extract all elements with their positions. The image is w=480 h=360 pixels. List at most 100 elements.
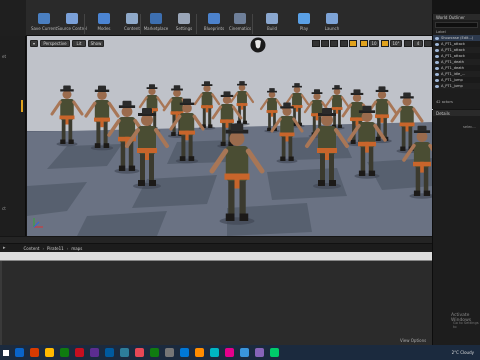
outliner-row-label: A_PT1_attack xyxy=(441,48,465,52)
taskbar-app-icon[interactable] xyxy=(195,348,204,357)
activate-windows-subtitle: Go to Settings to xyxy=(453,321,479,329)
content-browser-search-input[interactable] xyxy=(0,252,432,261)
outliner-row-label: A_PT1_jump xyxy=(441,78,463,82)
toolbar-button-label: Save Current xyxy=(30,26,58,31)
folder-icon[interactable]: ▸ xyxy=(3,245,6,251)
taskbar-app-icon[interactable] xyxy=(135,348,144,357)
toolbar-button-label: Launch xyxy=(324,26,340,31)
axis-gizmo-icon xyxy=(33,218,43,228)
outliner-row-label: A_PT1_jump xyxy=(441,84,463,88)
build-button[interactable]: Build xyxy=(258,13,286,35)
source-control-icon xyxy=(66,13,78,24)
blueprints-button[interactable]: Blueprints xyxy=(200,13,228,35)
taskbar-app-icon[interactable] xyxy=(180,348,189,357)
breadcrumb-separator: › xyxy=(66,245,69,251)
left-toolbar-strip xyxy=(0,0,26,36)
toolbar-separator xyxy=(140,14,141,34)
play-icon xyxy=(298,13,310,24)
toolbar-separator xyxy=(196,14,197,34)
breadcrumb-item[interactable]: maps xyxy=(71,246,82,251)
outliner-row-label: Showcase (Edit...) xyxy=(441,36,474,40)
outliner-search-input[interactable] xyxy=(435,22,478,28)
outliner-row-label: A_PT1_attack xyxy=(441,54,465,58)
taskbar-app-icon[interactable] xyxy=(90,348,99,357)
taskbar-app-icon[interactable] xyxy=(210,348,219,357)
blueprint-icon xyxy=(208,13,220,24)
modes-icon xyxy=(98,13,110,24)
taskbar-app-icon[interactable] xyxy=(120,348,129,357)
marketplace-button[interactable]: Marketplace xyxy=(142,13,170,35)
pirate-characters[interactable] xyxy=(27,36,433,236)
taskbar-app-icon[interactable] xyxy=(105,348,114,357)
windows-taskbar: 2°C Cloudy xyxy=(0,345,480,360)
save-current-button[interactable]: Save Current xyxy=(30,13,58,35)
content-scrollbar[interactable] xyxy=(0,261,2,345)
toolbar-separator xyxy=(84,14,85,34)
content-browser-tab-bar xyxy=(0,237,432,244)
visibility-eye-icon[interactable] xyxy=(435,72,439,76)
taskbar-app-icon[interactable] xyxy=(270,348,279,357)
source-control-button[interactable]: Source Control xyxy=(57,13,87,35)
visibility-eye-icon[interactable] xyxy=(435,60,439,64)
toolbar-button-label: Marketplace xyxy=(143,26,169,31)
world-outliner-panel: World Outliner Label Showcase (Edit...) A… xyxy=(432,14,480,109)
unreal-editor-window: Save Current Source Control Modes Content Ma… xyxy=(0,0,480,360)
pirate-character[interactable] xyxy=(209,123,265,225)
toolbar-button-label: Settings xyxy=(175,26,193,31)
taskbar-app-icon[interactable] xyxy=(60,348,69,357)
settings-button[interactable]: Settings xyxy=(170,13,198,35)
pirate-character[interactable] xyxy=(50,85,84,147)
outliner-row-label: A_PT1_death xyxy=(441,66,465,70)
content-browser-assets[interactable] xyxy=(0,261,432,345)
panel-resize-handle[interactable] xyxy=(21,100,23,112)
outliner-row-label: A_PT1_attack xyxy=(441,42,465,46)
visibility-eye-icon[interactable] xyxy=(435,54,439,58)
taskbar-app-icon[interactable] xyxy=(150,348,159,357)
gear-icon xyxy=(178,13,190,24)
toolbar-button-label: Modes xyxy=(97,26,111,31)
taskbar-app-icons xyxy=(9,348,279,357)
pirate-character[interactable] xyxy=(259,88,285,133)
visibility-eye-icon[interactable] xyxy=(435,42,439,46)
taskbar-app-icon[interactable] xyxy=(15,348,24,357)
toolbar-separator xyxy=(252,14,253,34)
outliner-rows: Showcase (Edit...) A_PT1_attack A_PT1_atta… xyxy=(433,35,480,89)
taskbar-app-icon[interactable] xyxy=(225,348,234,357)
visibility-eye-icon[interactable] xyxy=(435,78,439,82)
taskbar-app-icon[interactable] xyxy=(30,348,39,357)
breadcrumb-item[interactable]: Pirate11 xyxy=(47,246,64,251)
play-button[interactable]: Play xyxy=(290,13,318,35)
toolbar-button-label: Play xyxy=(299,26,309,31)
content-icon xyxy=(126,13,138,24)
taskbar-app-icon[interactable] xyxy=(240,348,249,357)
outliner-row-label: A_PT1_idle_... xyxy=(441,72,466,76)
weather-widget[interactable]: 2°C Cloudy xyxy=(452,350,474,355)
pirate-character[interactable] xyxy=(84,85,120,151)
details-panel: Details selec... Activate Windows Go to … xyxy=(432,110,480,345)
save-icon xyxy=(38,13,50,24)
toolbar-button-label: Source Control xyxy=(57,26,87,31)
modes-button[interactable]: Modes xyxy=(90,13,118,35)
toolbar-button-label: Cinematics xyxy=(228,26,252,31)
breadcrumb-item[interactable]: Content xyxy=(24,246,40,251)
details-title: Details xyxy=(433,110,480,116)
visibility-eye-icon[interactable] xyxy=(435,48,439,52)
taskbar-app-icon[interactable] xyxy=(45,348,54,357)
outliner-row[interactable]: A_PT1_jump xyxy=(433,83,480,89)
view-options-button[interactable]: View Options xyxy=(400,338,426,343)
outliner-actor-count: 42 actors xyxy=(436,100,453,104)
taskbar-app-icon[interactable] xyxy=(165,348,174,357)
visibility-eye-icon[interactable] xyxy=(435,66,439,70)
level-viewport[interactable]: ▾ Perspective Lit Show 10 10° 4 xyxy=(27,36,433,236)
launch-icon xyxy=(326,13,338,24)
visibility-eye-icon[interactable] xyxy=(435,36,439,40)
left-side-panel: et ct xyxy=(0,36,26,236)
taskbar-app-icon[interactable] xyxy=(255,348,264,357)
taskbar-app-icon[interactable] xyxy=(75,348,84,357)
cinematics-button[interactable]: Cinematics xyxy=(226,13,254,35)
content-browser-path-bar: ▸ Content › Pirate11 › maps xyxy=(0,244,432,252)
visibility-eye-icon[interactable] xyxy=(435,84,439,88)
left-panel-item: ct xyxy=(2,206,6,211)
pirate-character[interactable] xyxy=(402,125,433,199)
launch-button[interactable]: Launch xyxy=(318,13,346,35)
